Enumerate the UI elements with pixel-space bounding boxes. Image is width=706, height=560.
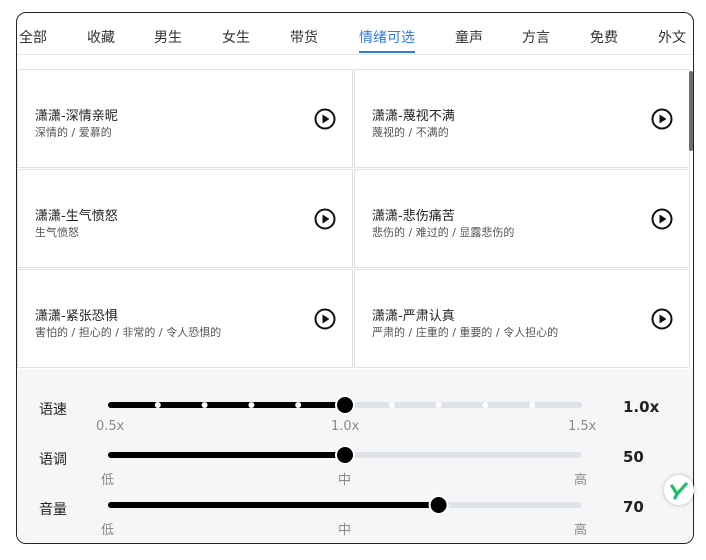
play-circle-icon[interactable] bbox=[651, 308, 673, 330]
play-circle-icon[interactable] bbox=[314, 108, 336, 130]
voice-title: 潇潇-深情亲昵 bbox=[35, 109, 118, 124]
voice-picker-panel: 全部 收藏 男生 女生 带货 情绪可选 童声 方言 免费 外文 潇潇-深情亲昵 … bbox=[16, 12, 694, 544]
pitch-thumb[interactable] bbox=[335, 445, 355, 465]
play-circle-icon[interactable] bbox=[314, 208, 336, 230]
voice-tags: 害怕的 / 担心的 / 非常的 / 令人恐惧的 bbox=[35, 326, 222, 339]
tab-favorites[interactable]: 收藏 bbox=[87, 27, 115, 47]
tab-child-voice[interactable]: 童声 bbox=[455, 27, 483, 47]
tab-free[interactable]: 免费 bbox=[590, 27, 618, 47]
voice-card[interactable]: 潇潇-严肃认真 严肃的 / 庄重的 / 重要的 / 令人担心的 bbox=[354, 269, 690, 368]
pitch-label: 语调 bbox=[39, 452, 67, 468]
play-circle-icon[interactable] bbox=[651, 108, 673, 130]
voice-card[interactable]: 潇潇-深情亲昵 深情的 / 爱慕的 bbox=[17, 69, 353, 168]
speed-tick-min: 0.5x bbox=[96, 419, 125, 434]
pitch-tick-max: 高 bbox=[574, 473, 588, 488]
card-list-scrollbar[interactable] bbox=[689, 71, 693, 151]
voice-title: 潇潇-蔑视不满 bbox=[372, 109, 455, 124]
speed-step-dot bbox=[529, 402, 536, 408]
speed-thumb[interactable] bbox=[335, 395, 355, 415]
speed-tick-mid: 1.0x bbox=[331, 419, 360, 434]
speed-tick-max: 1.5x bbox=[568, 419, 597, 434]
voice-card[interactable]: 潇潇-生气愤怒 生气愤怒 bbox=[17, 169, 353, 268]
speed-step-dot bbox=[154, 402, 161, 408]
voice-tags: 悲伤的 / 难过的 / 显露悲伤的 bbox=[372, 226, 515, 239]
volume-thumb[interactable] bbox=[428, 495, 449, 515]
speed-step-dot bbox=[295, 402, 302, 408]
pitch-tick-min: 低 bbox=[101, 473, 115, 488]
volume-tick-min: 低 bbox=[101, 523, 115, 538]
voice-card[interactable]: 潇潇-悲伤痛苦 悲伤的 / 难过的 / 显露悲伤的 bbox=[354, 169, 690, 268]
speed-step-dot bbox=[482, 402, 489, 408]
pitch-value: 50 bbox=[623, 448, 644, 466]
voice-tags: 深情的 / 爱慕的 bbox=[35, 126, 112, 139]
voice-title: 潇潇-严肃认真 bbox=[372, 309, 455, 324]
voice-title: 潇潇-紧张恐惧 bbox=[35, 309, 118, 324]
voice-title: 潇潇-生气愤怒 bbox=[35, 209, 118, 224]
check-badge-icon[interactable] bbox=[664, 475, 694, 505]
tab-foreign[interactable]: 外文 bbox=[658, 27, 686, 47]
speed-step-dot bbox=[388, 402, 395, 408]
tab-sales[interactable]: 带货 bbox=[290, 27, 318, 47]
voice-tags: 严肃的 / 庄重的 / 重要的 / 令人担心的 bbox=[372, 326, 559, 339]
speed-step-dot bbox=[201, 402, 208, 408]
volume-value: 70 bbox=[623, 498, 644, 516]
active-tab-indicator bbox=[359, 51, 415, 53]
volume-tick-max: 高 bbox=[574, 523, 588, 538]
play-circle-icon[interactable] bbox=[651, 208, 673, 230]
voice-card[interactable]: 潇潇-紧张恐惧 害怕的 / 担心的 / 非常的 / 令人恐惧的 bbox=[17, 269, 353, 368]
tab-dialect[interactable]: 方言 bbox=[522, 27, 550, 47]
speed-step-dot bbox=[435, 402, 442, 408]
tab-emotion[interactable]: 情绪可选 bbox=[359, 27, 415, 47]
category-tabs: 全部 收藏 男生 女生 带货 情绪可选 童声 方言 免费 外文 bbox=[17, 13, 693, 55]
voice-settings: 语速 1.0x 0.5x 1.0x 1.5x 语调 50 低 中 高 音量 70… bbox=[17, 369, 693, 544]
voice-card-grid: 潇潇-深情亲昵 深情的 / 爱慕的 潇潇-蔑视不满 蔑视的 / 不满的 潇潇-生… bbox=[17, 69, 693, 369]
volume-label: 音量 bbox=[39, 502, 67, 518]
voice-title: 潇潇-悲伤痛苦 bbox=[372, 209, 455, 224]
tab-male[interactable]: 男生 bbox=[154, 27, 182, 47]
tab-all[interactable]: 全部 bbox=[19, 27, 47, 47]
voice-tags: 蔑视的 / 不满的 bbox=[372, 126, 449, 139]
speed-step-dot bbox=[248, 402, 255, 408]
pitch-tick-mid: 中 bbox=[338, 473, 352, 488]
volume-tick-mid: 中 bbox=[338, 523, 352, 538]
speed-slider[interactable] bbox=[17, 369, 693, 544]
play-circle-icon[interactable] bbox=[314, 308, 336, 330]
voice-tags: 生气愤怒 bbox=[35, 226, 79, 239]
tab-female[interactable]: 女生 bbox=[222, 27, 250, 47]
voice-card[interactable]: 潇潇-蔑视不满 蔑视的 / 不满的 bbox=[354, 69, 690, 168]
